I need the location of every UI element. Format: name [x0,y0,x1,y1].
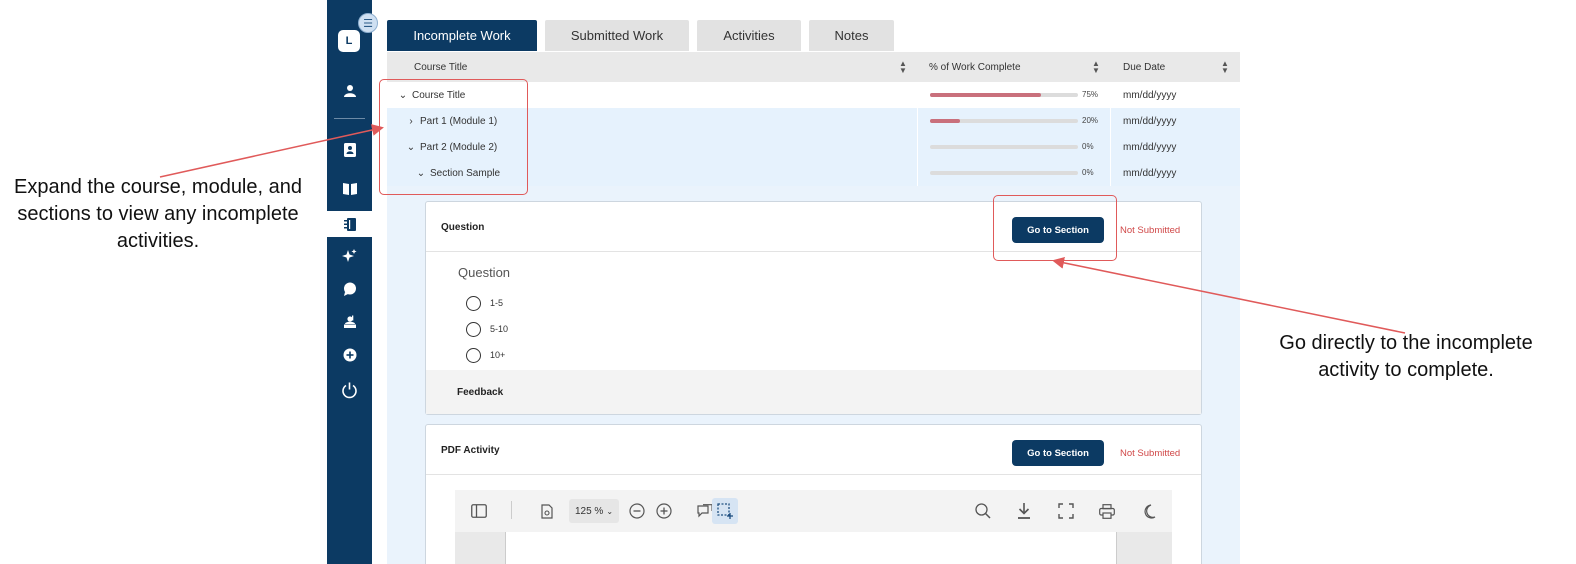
annotation-arrows [159,124,1406,334]
annotation-left: Expand the course, module, and sections … [14,176,302,252]
annotation-right: Go directly to the incomplete activity t… [1279,332,1533,381]
